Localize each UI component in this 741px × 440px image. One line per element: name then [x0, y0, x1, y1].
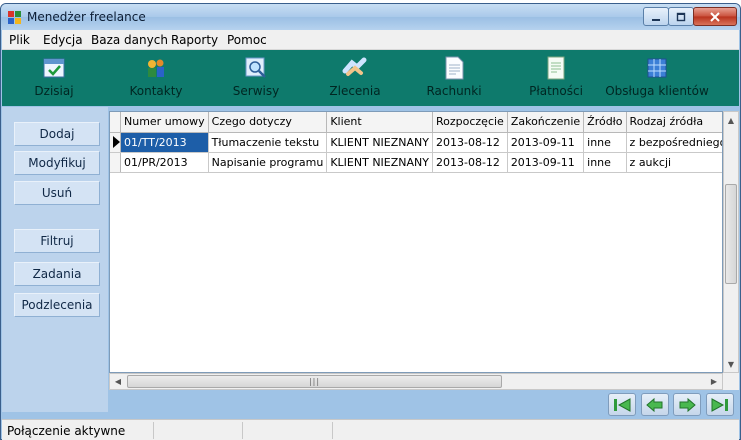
- status-divider: [153, 422, 154, 439]
- vertical-scrollbar[interactable]: ▲ ▼: [723, 111, 739, 373]
- table-cell[interactable]: 01/PR/2013: [120, 152, 209, 173]
- customer-service-grid-icon: [647, 58, 667, 78]
- last-record-icon: [711, 397, 728, 412]
- grid-header-row: Numer umowy Czego dotyczy Klient Rozpocz…: [110, 112, 722, 133]
- window-title: Menedżer freelance: [27, 10, 146, 24]
- table-cell[interactable]: z aukcji: [626, 152, 722, 173]
- toolbar-platnosci-label: Płatności: [529, 84, 583, 98]
- handshake-icon: [342, 57, 367, 76]
- table-cell[interactable]: KLIENT NIEZNANY: [326, 132, 433, 153]
- menu-pomoc[interactable]: Pomoc: [227, 33, 267, 47]
- scroll-corner: [723, 373, 739, 390]
- menu-bar: Plik Edycja Baza danych Raporty Pomoc: [2, 30, 739, 50]
- table-cell[interactable]: Napisanie programu: [208, 152, 328, 173]
- table-cell[interactable]: 01/TT/2013: [120, 132, 209, 153]
- close-button[interactable]: [693, 7, 737, 26]
- previous-record-icon: [646, 397, 663, 412]
- calendar-check-icon: [43, 58, 65, 78]
- toolbar-serwisy-button[interactable]: Serwisy: [224, 50, 288, 106]
- maximize-button[interactable]: [668, 7, 694, 26]
- orders-grid[interactable]: Numer umowy Czego dotyczy Klient Rozpocz…: [109, 111, 723, 373]
- subcontracts-button[interactable]: Podzlecenia: [14, 293, 100, 317]
- first-record-icon: [614, 397, 631, 412]
- table-cell[interactable]: z bezpośredniego kont: [626, 132, 722, 153]
- app-window: Menedżer freelance Plik Edycja Baza dany…: [0, 3, 741, 440]
- table-cell[interactable]: 2013-08-12: [432, 152, 508, 173]
- main-toolbar: Dzisiaj Kontakty Serwisy Zlecenia Rachun…: [2, 50, 739, 106]
- close-icon: [710, 11, 720, 22]
- menu-baza-danych[interactable]: Baza danych: [91, 33, 168, 47]
- orders-table: Numer umowy Czego dotyczy Klient Rozpocz…: [110, 112, 722, 173]
- column-header-rodzaj-zrodla[interactable]: Rodzaj źródła: [626, 112, 722, 133]
- title-bar[interactable]: Menedżer freelance: [1, 4, 740, 30]
- table-row[interactable]: 01/PR/2013 Napisanie programu KLIENT NIE…: [110, 152, 722, 173]
- menu-raporty[interactable]: Raporty: [171, 33, 218, 47]
- app-logo-icon: [8, 11, 21, 24]
- first-record-button[interactable]: [608, 393, 636, 416]
- toolbar-kontakty-label: Kontakty: [129, 84, 183, 98]
- toolbar-serwisy-label: Serwisy: [232, 84, 280, 98]
- toolbar-rachunki-label: Rachunki: [426, 84, 482, 98]
- status-divider: [332, 422, 333, 439]
- column-header-numer-umowy[interactable]: Numer umowy: [120, 112, 209, 133]
- toolbar-platnosci-button[interactable]: Płatności: [524, 50, 588, 106]
- row-indicator-header: [110, 112, 121, 133]
- menu-edycja[interactable]: Edycja: [43, 33, 83, 47]
- column-header-zrodlo[interactable]: Źródło: [583, 112, 627, 133]
- delete-button[interactable]: Usuń: [14, 181, 100, 205]
- row-indicator: [110, 152, 121, 173]
- column-header-zakonczenie[interactable]: Zakończenie: [507, 112, 585, 133]
- horizontal-scroll-thumb[interactable]: |||: [127, 375, 502, 388]
- contacts-icon: [148, 59, 164, 77]
- minimize-button[interactable]: [643, 7, 669, 26]
- invoice-document-icon: [445, 56, 464, 80]
- modify-button[interactable]: Modyfikuj: [14, 151, 100, 175]
- toolbar-zlecenia-button[interactable]: Zlecenia: [323, 50, 387, 106]
- toolbar-obsluga-klientow-label: Obsługa klientów: [605, 84, 709, 98]
- table-cell[interactable]: KLIENT NIEZNANY: [326, 152, 433, 173]
- tasks-button[interactable]: Zadania: [14, 262, 100, 286]
- column-header-klient[interactable]: Klient: [326, 112, 433, 133]
- scroll-right-icon[interactable]: ▶: [706, 374, 722, 389]
- status-divider: [242, 422, 243, 439]
- toolbar-kontakty-button[interactable]: Kontakty: [122, 50, 190, 106]
- scroll-down-icon[interactable]: ▼: [724, 356, 738, 372]
- next-record-button[interactable]: [673, 393, 701, 416]
- filter-button[interactable]: Filtruj: [14, 229, 100, 253]
- toolbar-obsluga-klientow-button[interactable]: Obsługa klientów: [605, 50, 709, 106]
- column-header-czego-dotyczy[interactable]: Czego dotyczy: [208, 112, 328, 133]
- connection-status: Połączenie aktywne: [7, 424, 126, 438]
- next-record-icon: [679, 397, 696, 412]
- column-header-rozpoczecie[interactable]: Rozpoczęcie: [432, 112, 508, 133]
- menu-plik[interactable]: Plik: [9, 33, 30, 47]
- horizontal-scrollbar[interactable]: ◀ ||| ▶: [109, 373, 723, 390]
- minimize-icon: [652, 18, 660, 21]
- toolbar-rachunki-button[interactable]: Rachunki: [422, 50, 486, 106]
- table-row[interactable]: 01/TT/2013 Tłumaczenie tekstu KLIENT NIE…: [110, 132, 722, 153]
- payment-document-icon: [547, 56, 565, 80]
- table-cell[interactable]: Tłumaczenie tekstu: [208, 132, 328, 153]
- scroll-up-icon[interactable]: ▲: [724, 112, 738, 128]
- last-record-button[interactable]: [706, 393, 734, 416]
- toolbar-zlecenia-label: Zlecenia: [329, 84, 381, 98]
- table-cell[interactable]: 2013-08-12: [432, 132, 508, 153]
- previous-record-button[interactable]: [641, 393, 669, 416]
- table-cell[interactable]: inne: [583, 132, 627, 153]
- status-bar: Połączenie aktywne: [2, 419, 739, 440]
- toolbar-dzisiaj-label: Dzisiaj: [34, 84, 74, 98]
- add-button[interactable]: Dodaj: [14, 122, 100, 146]
- current-row-arrow-icon: [113, 136, 120, 148]
- maximize-icon: [676, 12, 686, 21]
- table-cell[interactable]: 2013-09-11: [507, 132, 585, 153]
- vertical-scroll-thumb[interactable]: [725, 184, 737, 284]
- magnifier-icon: [245, 57, 266, 78]
- sidebar: Dodaj Modyfikuj Usuń Filtruj Zadania Pod…: [2, 107, 108, 412]
- toolbar-dzisiaj-button[interactable]: Dzisiaj: [22, 50, 86, 106]
- current-row-indicator: [110, 132, 121, 153]
- table-cell[interactable]: inne: [583, 152, 627, 173]
- table-cell[interactable]: 2013-09-11: [507, 152, 585, 173]
- scroll-left-icon[interactable]: ◀: [110, 374, 126, 389]
